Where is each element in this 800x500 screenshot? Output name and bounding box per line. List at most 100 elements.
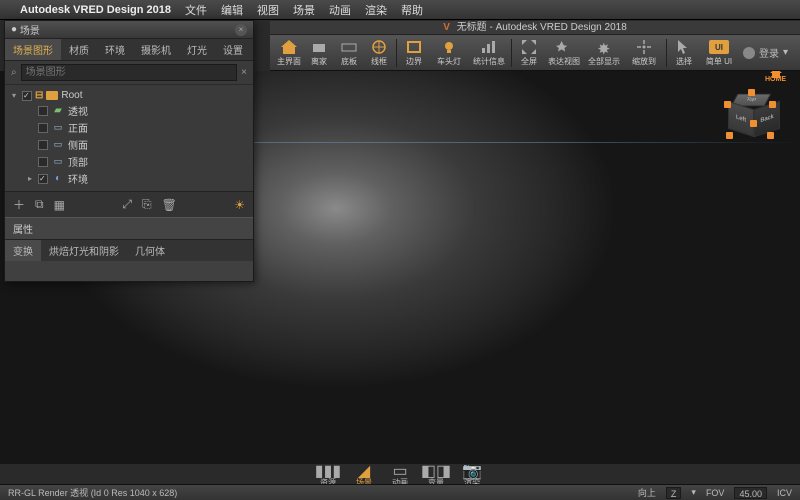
group-button[interactable]: ▦ (54, 198, 65, 212)
cube-corner[interactable] (750, 120, 757, 127)
status-up-label: 向上 (638, 486, 656, 499)
menu-file[interactable]: 文件 (185, 2, 207, 18)
tree-node-top[interactable]: ▭ 顶部 (7, 153, 251, 170)
menu-help[interactable]: 帮助 (401, 2, 423, 18)
visibility-checkbox[interactable] (22, 91, 32, 101)
visibility-checkbox[interactable] (38, 140, 48, 150)
expand-icon[interactable]: ▾ (9, 91, 19, 100)
tool-fullscreen[interactable]: 全屏 (514, 39, 544, 67)
tree-node-front[interactable]: ▭ 正面 (7, 119, 251, 136)
duplicate-button[interactable]: ⧉ (35, 197, 44, 212)
folder-icon (46, 91, 58, 100)
node-label: 顶部 (68, 154, 88, 169)
tool-away[interactable]: 离家 (304, 39, 334, 67)
prop-tab-transform[interactable]: 变换 (5, 240, 41, 261)
scene-panel: ● 场景 × 场景图形 材质 环境 摄影机 灯光 设置 ⌕ × ▾ ⊟ Root… (4, 20, 254, 282)
tool-baseplate[interactable]: 底板 (334, 39, 364, 67)
bottom-anim[interactable]: ▭动画 (383, 465, 417, 483)
cube-corner[interactable] (767, 132, 774, 139)
tool-show-all[interactable]: 全部显示 (584, 39, 624, 67)
panel-header[interactable]: ● 场景 × (5, 21, 253, 39)
properties-header: 属性 (5, 217, 253, 240)
menu-scene[interactable]: 场景 (293, 2, 315, 18)
tool-simple-ui[interactable]: UI简单 UI (699, 39, 739, 67)
tree-node-env[interactable]: ▸ ◐ 环境 (7, 170, 251, 187)
avatar-icon (743, 47, 755, 59)
tool-home[interactable]: 主界面 (274, 39, 304, 67)
menu-view[interactable]: 视图 (257, 2, 279, 18)
status-bar: RR-GL Render 透视 (Id 0 Res 1040 x 628) 向上… (0, 484, 800, 500)
app-title: Autodesk VRED Design 2018 (20, 4, 171, 16)
axis-button[interactable]: ⤢ (122, 197, 132, 212)
cube-corner[interactable] (769, 101, 776, 108)
cube-corner[interactable] (748, 89, 755, 96)
node-label: 透视 (68, 103, 88, 118)
panel-grip-icon: ● (11, 24, 17, 35)
sun-icon[interactable]: ☀ (234, 198, 245, 212)
clear-search-button[interactable]: × (241, 67, 247, 78)
fov-input[interactable]: 45.00 (734, 487, 767, 499)
expand-icon[interactable]: ▸ (25, 174, 35, 183)
tool-select[interactable]: 选择 (669, 39, 699, 67)
cube-corner[interactable] (724, 101, 731, 108)
panel-toolbar: ＋ ⧉ ▦ ⤢ ⎘ 🗑 ☀ (5, 191, 253, 217)
visibility-checkbox[interactable] (38, 157, 48, 167)
bottom-render[interactable]: 📷渲染 (455, 465, 489, 483)
add-button[interactable]: ＋ (13, 196, 25, 213)
app-logo-letter: V (443, 22, 450, 33)
tool-boundary[interactable]: 边界 (399, 39, 429, 67)
tab-environment[interactable]: 环境 (97, 39, 133, 60)
tool-stats[interactable]: 统计信息 (469, 39, 509, 67)
chevron-down-icon[interactable]: ▾ (691, 487, 696, 498)
node-label: 侧面 (68, 137, 88, 152)
delete-button[interactable]: 🗑 (162, 198, 177, 212)
scene-tree: ▾ ⊟ Root ▰ 透视 ▭ 正面 ▭ 侧面 ▭ 顶部 ▸ ◐ (5, 85, 253, 191)
search-bar: ⌕ × (5, 61, 253, 85)
prop-tab-geometry[interactable]: 几何体 (127, 240, 173, 261)
up-axis-select[interactable]: Z (666, 487, 682, 499)
icv-label: ICV (777, 488, 792, 498)
status-render-info: RR-GL Render 透视 (Id 0 Res 1040 x 628) (8, 486, 177, 499)
bottom-scene[interactable]: ◢场景 (347, 465, 381, 483)
tree-node-root[interactable]: ▾ ⊟ Root (7, 89, 251, 102)
copy-button[interactable]: ⎘ (142, 197, 152, 212)
visibility-checkbox[interactable] (38, 123, 48, 133)
close-button[interactable]: × (235, 24, 247, 36)
login-button[interactable]: 登录 ▾ (743, 45, 796, 60)
tree-node-side[interactable]: ▭ 侧面 (7, 136, 251, 153)
cube-corner[interactable] (726, 132, 733, 139)
home-icon[interactable] (770, 71, 782, 75)
svg-text:UI: UI (715, 43, 723, 52)
bottom-variant[interactable]: ◧◨变量 (419, 465, 453, 483)
tool-zoom-to[interactable]: 缩放到 (624, 39, 664, 67)
home-label[interactable]: HOME (765, 76, 786, 83)
tab-settings[interactable]: 设置 (215, 39, 251, 60)
view-icon: ▭ (51, 122, 65, 134)
tool-express-view[interactable]: 表达视图 (544, 39, 584, 67)
tab-light[interactable]: 灯光 (179, 39, 215, 60)
bottom-assets[interactable]: ▮▮▮资源 (311, 465, 345, 483)
menu-edit[interactable]: 编辑 (221, 2, 243, 18)
tab-scenegraph[interactable]: 场景图形 (5, 39, 61, 60)
search-input[interactable] (21, 64, 238, 81)
document-title: 无标题 - Autodesk VRED Design 2018 (457, 22, 627, 33)
tool-wireframe[interactable]: 线框 (364, 39, 394, 67)
camera-icon: ▰ (51, 105, 65, 117)
tab-camera[interactable]: 摄影机 (133, 39, 179, 60)
visibility-checkbox[interactable] (38, 174, 48, 184)
panel-tabs: 场景图形 材质 环境 摄影机 灯光 设置 (5, 39, 253, 61)
tree-node-persp[interactable]: ▰ 透视 (7, 102, 251, 119)
search-icon: ⌕ (11, 67, 17, 78)
view-cube[interactable]: HOME Top Left Back (724, 89, 776, 141)
view-icon: ▭ (51, 139, 65, 151)
tool-headlight[interactable]: 车头灯 (429, 39, 469, 67)
node-label: Root (61, 90, 82, 101)
prop-tab-bake[interactable]: 烘焙灯光和阴影 (41, 240, 127, 261)
root-bar-icon: ⊟ (35, 90, 43, 101)
menu-render[interactable]: 渲染 (365, 2, 387, 18)
visibility-checkbox[interactable] (38, 106, 48, 116)
tab-material[interactable]: 材质 (61, 39, 97, 60)
bottom-toolbar: ▮▮▮资源 ◢场景 ▭动画 ◧◨变量 📷渲染 (0, 464, 800, 484)
panel-title: 场景 (20, 22, 40, 37)
menu-anim[interactable]: 动画 (329, 2, 351, 18)
